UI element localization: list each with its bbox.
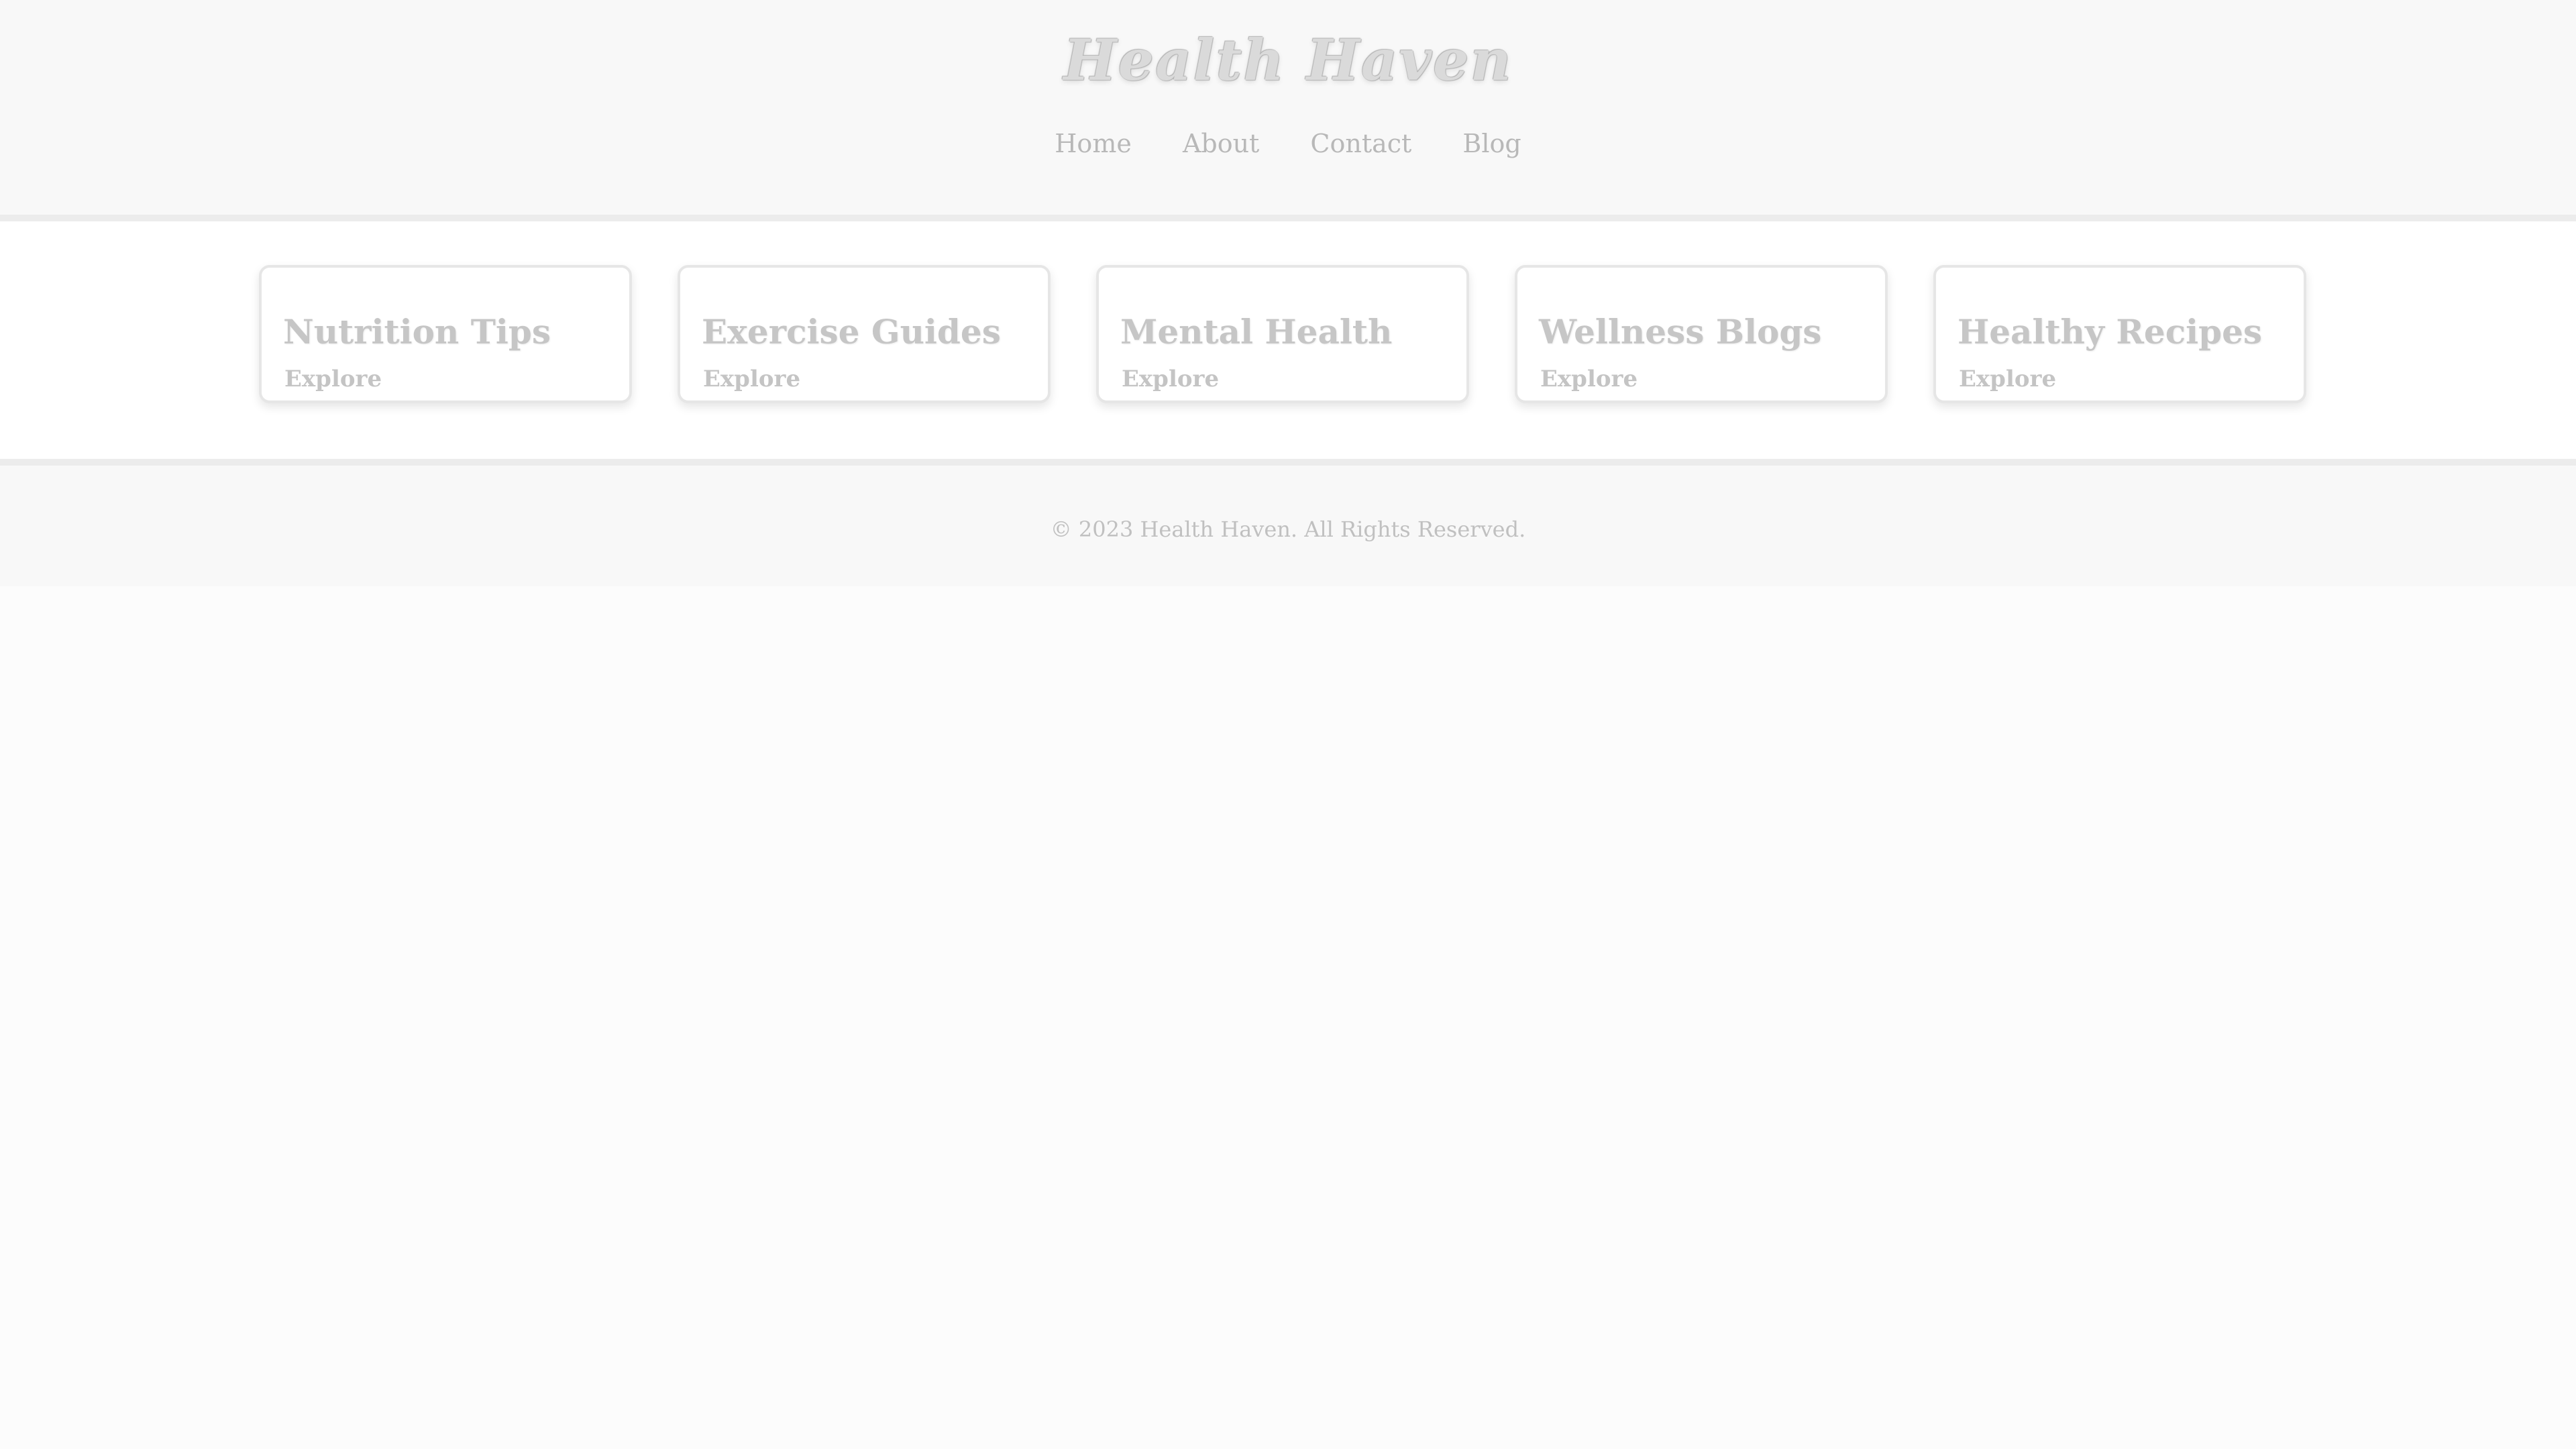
explore-link[interactable]: Explore (1959, 366, 2056, 392)
card-mental-health[interactable]: Mental Health Explore (1096, 265, 1469, 403)
copyright-text: © 2023 Health Haven. All Rights Reserved… (1050, 517, 1526, 542)
explore-link[interactable]: Explore (703, 366, 800, 392)
card-title: Healthy Recipes (1957, 312, 2263, 352)
card-wellness-blogs[interactable]: Wellness Blogs Explore (1515, 265, 1888, 403)
card-nutrition-tips[interactable]: Nutrition Tips Explore (259, 265, 632, 403)
nav-link-about[interactable]: About (1183, 129, 1259, 158)
explore-link[interactable]: Explore (1122, 366, 1219, 392)
card-title: Nutrition Tips (283, 312, 551, 352)
explore-link[interactable]: Explore (284, 366, 382, 392)
nav-link-contact[interactable]: Contact (1310, 129, 1411, 158)
card-title: Mental Health (1120, 312, 1393, 352)
site-logo[interactable]: Health Haven (0, 27, 2576, 93)
site-header: Health Haven Home About Contact Blog (0, 0, 2576, 221)
category-section: Nutrition Tips Explore Exercise Guides E… (0, 221, 2576, 459)
card-exercise-guides[interactable]: Exercise Guides Explore (678, 265, 1051, 403)
nav-link-home[interactable]: Home (1055, 129, 1132, 158)
card-title: Wellness Blogs (1539, 312, 1822, 352)
card-title: Exercise Guides (702, 312, 1001, 352)
site-footer: © 2023 Health Haven. All Rights Reserved… (0, 459, 2576, 586)
card-healthy-recipes[interactable]: Healthy Recipes Explore (1933, 265, 2306, 403)
nav-link-blog[interactable]: Blog (1462, 129, 1521, 158)
main-nav: Home About Contact Blog (0, 129, 2576, 158)
explore-link[interactable]: Explore (1540, 366, 1638, 392)
